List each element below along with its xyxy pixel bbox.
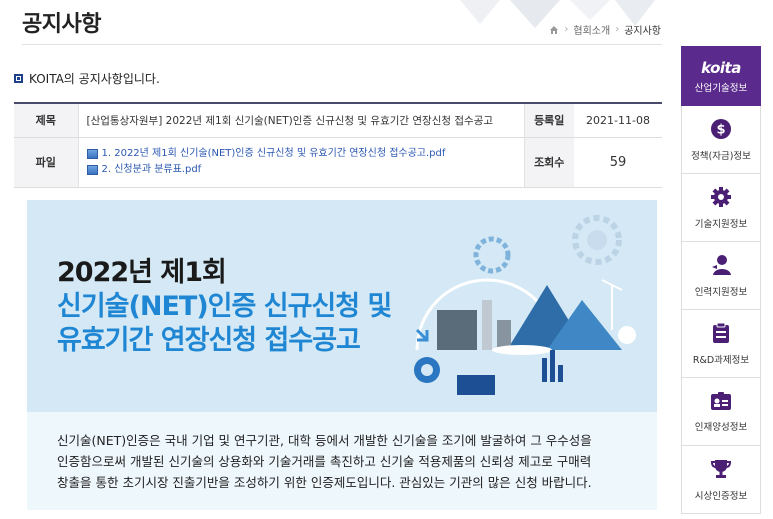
square-bullet-icon xyxy=(14,74,23,83)
sidebar-item-awards[interactable]: 시상인증정보 xyxy=(681,446,761,514)
table-row: 제목 [산업통상자원부] 2022년 제1회 신기술(NET)인증 신규신청 및… xyxy=(14,102,662,138)
banner-desc-line2: 인증함으로써 개발된 신기술의 상용화와 기술거래를 촉진하고 신기술 적용제품… xyxy=(57,454,592,469)
table-row: 파일 1. 2022년 제1회 신기술(NET)인증 신규신청 및 유효기간 연… xyxy=(14,137,662,188)
page-title: 공지사항 xyxy=(22,12,101,37)
file-icon xyxy=(86,149,98,159)
sidebar-item-hr-support[interactable]: 인력지원정보 xyxy=(681,242,761,310)
banner-title: 2022년 제1회 신기술(NET)인증 신규신청 및 유효기간 연장신청 접수… xyxy=(57,256,392,358)
industry-illustration xyxy=(414,215,636,395)
trophy-icon xyxy=(710,459,732,478)
subject-label: 제목 xyxy=(14,102,78,138)
file-link-1[interactable]: 1. 2022년 제1회 신기술(NET)인증 신규신청 및 유효기간 연장신청… xyxy=(86,146,524,162)
banner-title-line3: 유효기간 연장신청 접수공고 xyxy=(57,325,361,356)
sidebar-item-policy[interactable]: $ 정책(자금)정보 xyxy=(681,106,761,174)
banner-description: 신기술(NET)인증은 국내 기업 및 연구기관, 대학 등에서 개발한 신기술… xyxy=(27,412,657,510)
person-icon xyxy=(712,254,731,275)
file-list: 1. 2022년 제1회 신기술(NET)인증 신규신청 및 유효기간 연장신청… xyxy=(77,137,525,188)
id-card-icon xyxy=(711,391,731,410)
notice-banner-image: 2022년 제1회 신기술(NET)인증 신규신청 및 유효기간 연장신청 접수… xyxy=(27,200,657,510)
file-name: 2. 신청분과 분류표.pdf xyxy=(101,164,202,175)
file-icon xyxy=(86,165,98,175)
banner-desc-line1: 신기술(NET)인증은 국내 기업 및 연구기관, 대학 등에서 개발한 신기술… xyxy=(57,433,592,448)
date-label: 등록일 xyxy=(524,102,574,138)
file-link-2[interactable]: 2. 신청분과 분류표.pdf xyxy=(86,162,524,178)
breadcrumb: › 협회소개 › 공지사항 xyxy=(549,22,661,37)
breadcrumb-item-notice[interactable]: 공지사항 xyxy=(624,22,661,37)
file-label: 파일 xyxy=(14,137,78,188)
gear-icon xyxy=(711,186,731,207)
breadcrumb-separator-icon: › xyxy=(564,24,569,35)
sidebar-item-rnd[interactable]: R&D과제정보 xyxy=(681,310,761,378)
quick-menu-sidebar: koita 산업기술정보 $ 정책(자금)정보 기술지원정보 인력지원정보 R&… xyxy=(681,46,761,514)
notice-subject: [산업통상자원부] 2022년 제1회 신기술(NET)인증 신규신청 및 유효… xyxy=(77,102,525,138)
sidebar-item-talent[interactable]: 인재양성정보 xyxy=(681,378,761,446)
sidebar-item-label: 시상인증정보 xyxy=(694,490,748,502)
views-label: 조회수 xyxy=(524,137,574,188)
notice-date: 2021-11-08 xyxy=(574,102,662,138)
sidebar-item-label: 기술지원정보 xyxy=(694,218,748,230)
banner-desc-line3: 창출을 통한 초기시장 진출기반을 조성하기 위한 인증제도입니다. 관심있는 … xyxy=(57,475,592,490)
intro-heading: KOITA의 공지사항입니다. xyxy=(14,70,160,87)
dollar-icon: $ xyxy=(711,118,731,139)
file-name: 1. 2022년 제1회 신기술(NET)인증 신규신청 및 유효기간 연장신청… xyxy=(101,148,446,159)
breadcrumb-separator-icon: › xyxy=(615,24,620,35)
sidebar-item-label: 인재양성정보 xyxy=(694,421,748,433)
sidebar-header[interactable]: koita 산업기술정보 xyxy=(681,46,761,106)
view-count: 59 xyxy=(574,137,662,188)
sidebar-item-label: 인력지원정보 xyxy=(694,286,748,298)
sidebar-item-tech-support[interactable]: 기술지원정보 xyxy=(681,174,761,242)
sidebar-item-label: R&D과제정보 xyxy=(692,354,750,366)
clipboard-icon xyxy=(713,322,729,343)
koita-logo: koita xyxy=(701,58,741,77)
svg-text:$: $ xyxy=(716,122,725,137)
intro-text: KOITA의 공지사항입니다. xyxy=(29,72,160,86)
home-icon[interactable] xyxy=(549,25,559,35)
title-divider xyxy=(22,44,662,45)
banner-title-line2: 신기술(NET)인증 신규신청 및 xyxy=(57,291,392,322)
sidebar-subtitle: 산업기술정보 xyxy=(694,82,748,94)
sidebar-item-label: 정책(자금)정보 xyxy=(691,150,751,162)
notice-info-table: 제목 [산업통상자원부] 2022년 제1회 신기술(NET)인증 신규신청 및… xyxy=(14,102,662,188)
banner-title-line1: 2022년 제1회 xyxy=(57,257,227,288)
breadcrumb-item-about[interactable]: 협회소개 xyxy=(573,22,610,37)
